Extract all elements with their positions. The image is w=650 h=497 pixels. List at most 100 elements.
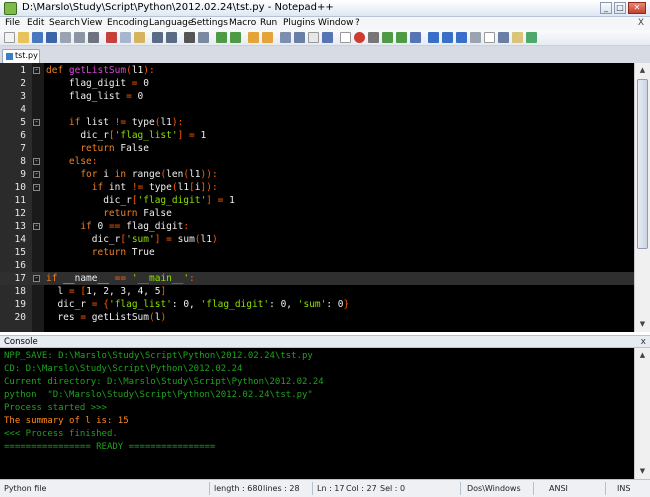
undo-icon[interactable] bbox=[152, 32, 163, 43]
menu-settings[interactable]: Settings bbox=[191, 17, 228, 30]
scroll-up-icon[interactable]: ▲ bbox=[637, 350, 648, 361]
menu-edit[interactable]: Edit bbox=[27, 17, 44, 30]
code-token: ) bbox=[160, 312, 167, 323]
fold-toggle-icon[interactable]: - bbox=[33, 184, 40, 191]
print-icon[interactable] bbox=[88, 32, 99, 43]
code-line-current[interactable]: 17- if __name__ == '__main__': bbox=[0, 272, 650, 285]
zoom-in-icon[interactable] bbox=[216, 32, 227, 43]
sync-vertical-icon[interactable] bbox=[248, 32, 259, 43]
code-line[interactable]: 20 res = getListSum(l) bbox=[15, 311, 650, 324]
show-all-chars-icon[interactable] bbox=[294, 32, 305, 43]
code-text: return True bbox=[46, 246, 155, 259]
zoom-out-icon[interactable] bbox=[230, 32, 241, 43]
fold-toggle-icon[interactable]: - bbox=[33, 171, 40, 178]
code-token: l1 bbox=[189, 169, 201, 180]
sync-horizontal-icon[interactable] bbox=[262, 32, 273, 43]
code-line[interactable]: 11 dic_r['flag_digit'] = 1 bbox=[15, 194, 650, 207]
move-up-icon[interactable] bbox=[442, 32, 453, 43]
stop-record-icon[interactable] bbox=[368, 32, 379, 43]
close-all-icon[interactable] bbox=[74, 32, 85, 43]
paste-icon[interactable] bbox=[134, 32, 145, 43]
console-close-icon[interactable]: x bbox=[641, 337, 646, 347]
open-file-icon[interactable] bbox=[18, 32, 29, 43]
fold-toggle-icon[interactable]: - bbox=[33, 67, 40, 74]
line-number: 18 bbox=[14, 286, 26, 297]
view-icon[interactable] bbox=[470, 32, 481, 43]
plugin-icon[interactable] bbox=[526, 32, 537, 43]
scroll-up-icon[interactable]: ▲ bbox=[637, 65, 648, 76]
menu-window[interactable]: Window bbox=[318, 17, 354, 30]
code-line[interactable]: 19 dic_r = {'flag_list': 0, 'flag_digit'… bbox=[15, 298, 650, 311]
scroll-down-icon[interactable]: ▼ bbox=[637, 319, 648, 330]
record-macro-icon[interactable] bbox=[340, 32, 351, 43]
code-line[interactable]: 7 return False bbox=[20, 142, 650, 155]
code-line[interactable]: 13- if 0 == flag_digit: bbox=[15, 220, 650, 233]
redo-icon[interactable] bbox=[166, 32, 177, 43]
code-line[interactable]: 18 l = [1, 2, 3, 4, 5] bbox=[15, 285, 650, 298]
menu-view[interactable]: View bbox=[81, 17, 102, 30]
user-language-icon[interactable] bbox=[322, 32, 333, 43]
code-line[interactable]: 6 dic_r['flag_list'] = 1 bbox=[20, 129, 650, 142]
menu-encoding[interactable]: Encoding bbox=[107, 17, 148, 30]
close-document-icon[interactable]: X bbox=[638, 17, 644, 30]
fold-toggle-icon[interactable]: - bbox=[33, 158, 40, 165]
code-line[interactable]: 8- else: bbox=[20, 155, 650, 168]
code-line[interactable]: 15 return True bbox=[15, 246, 650, 259]
menu-help[interactable]: ? bbox=[355, 17, 360, 30]
find-icon[interactable] bbox=[184, 32, 195, 43]
console-vertical-scrollbar[interactable]: ▲ ▼ bbox=[634, 348, 650, 479]
code-line[interactable]: 14 dic_r['sum'] = sum(l1) bbox=[15, 233, 650, 246]
code-line[interactable]: 3 flag_list = 0 bbox=[20, 90, 650, 103]
menu-file[interactable]: File bbox=[5, 17, 20, 30]
code-line[interactable]: 1- def getListSum(l1): bbox=[20, 64, 650, 77]
save-all-icon[interactable] bbox=[46, 32, 57, 43]
document-map-icon[interactable] bbox=[484, 32, 495, 43]
status-separator bbox=[533, 482, 534, 495]
menu-macro[interactable]: Macro bbox=[229, 17, 256, 30]
tab-tst-py[interactable]: tst.py bbox=[2, 49, 40, 63]
line-number: 10 bbox=[14, 182, 26, 193]
run-macro-multiple-icon[interactable] bbox=[396, 32, 407, 43]
replace-icon[interactable] bbox=[198, 32, 209, 43]
save-macro-icon[interactable] bbox=[410, 32, 421, 43]
code-line[interactable]: 4 bbox=[20, 103, 650, 116]
code-line[interactable]: 16 bbox=[15, 259, 650, 272]
playback-icon[interactable] bbox=[382, 32, 393, 43]
cut-icon[interactable] bbox=[106, 32, 117, 43]
menu-plugins[interactable]: Plugins bbox=[283, 17, 315, 30]
code-line[interactable]: 10- if int != type(l1[i]): bbox=[15, 181, 650, 194]
move-down-icon[interactable] bbox=[456, 32, 467, 43]
menu-search[interactable]: Search bbox=[49, 17, 80, 30]
editor-vertical-scrollbar[interactable]: ▲ ▼ bbox=[634, 63, 650, 332]
fold-toggle-icon[interactable]: - bbox=[33, 119, 40, 126]
new-file-icon[interactable] bbox=[4, 32, 15, 43]
save-icon[interactable] bbox=[32, 32, 43, 43]
code-line[interactable]: 5- if list != type(l1): bbox=[20, 116, 650, 129]
code-line[interactable]: 2 flag_digit = 0 bbox=[20, 77, 650, 90]
console-output[interactable]: NPP_SAVE: D:\Marslo\Study\Script\Python\… bbox=[0, 348, 650, 479]
indent-guide-icon[interactable] bbox=[308, 32, 319, 43]
code-token: range bbox=[131, 169, 161, 180]
close-file-icon[interactable] bbox=[60, 32, 71, 43]
fold-toggle-icon[interactable]: - bbox=[33, 223, 40, 230]
scroll-down-icon[interactable]: ▼ bbox=[637, 466, 648, 477]
code-area[interactable]: 1- def getListSum(l1): 2 flag_digit = 03 f… bbox=[0, 63, 650, 332]
panel-icon[interactable] bbox=[498, 32, 509, 43]
minimize-button[interactable]: _ bbox=[600, 2, 612, 14]
code-token: l1 bbox=[131, 65, 144, 76]
code-line[interactable]: 9- for i in range(len(l1)): bbox=[20, 168, 650, 181]
menu-run[interactable]: Run bbox=[260, 17, 277, 30]
maximize-button[interactable]: □ bbox=[614, 2, 626, 14]
code-editor[interactable]: 1- def getListSum(l1): 2 flag_digit = 03 f… bbox=[0, 63, 650, 332]
menu-language[interactable]: Language bbox=[149, 17, 193, 30]
folder-icon[interactable] bbox=[512, 32, 523, 43]
word-wrap-icon[interactable] bbox=[280, 32, 291, 43]
record-icon[interactable] bbox=[354, 32, 365, 43]
sort-icon[interactable] bbox=[428, 32, 439, 43]
close-button[interactable]: ✕ bbox=[628, 2, 646, 14]
code-line[interactable]: 12 return False bbox=[15, 207, 650, 220]
copy-icon[interactable] bbox=[120, 32, 131, 43]
code-token: getListSum bbox=[86, 312, 149, 323]
fold-toggle-icon[interactable]: - bbox=[33, 275, 40, 282]
scrollbar-thumb[interactable] bbox=[637, 79, 648, 249]
